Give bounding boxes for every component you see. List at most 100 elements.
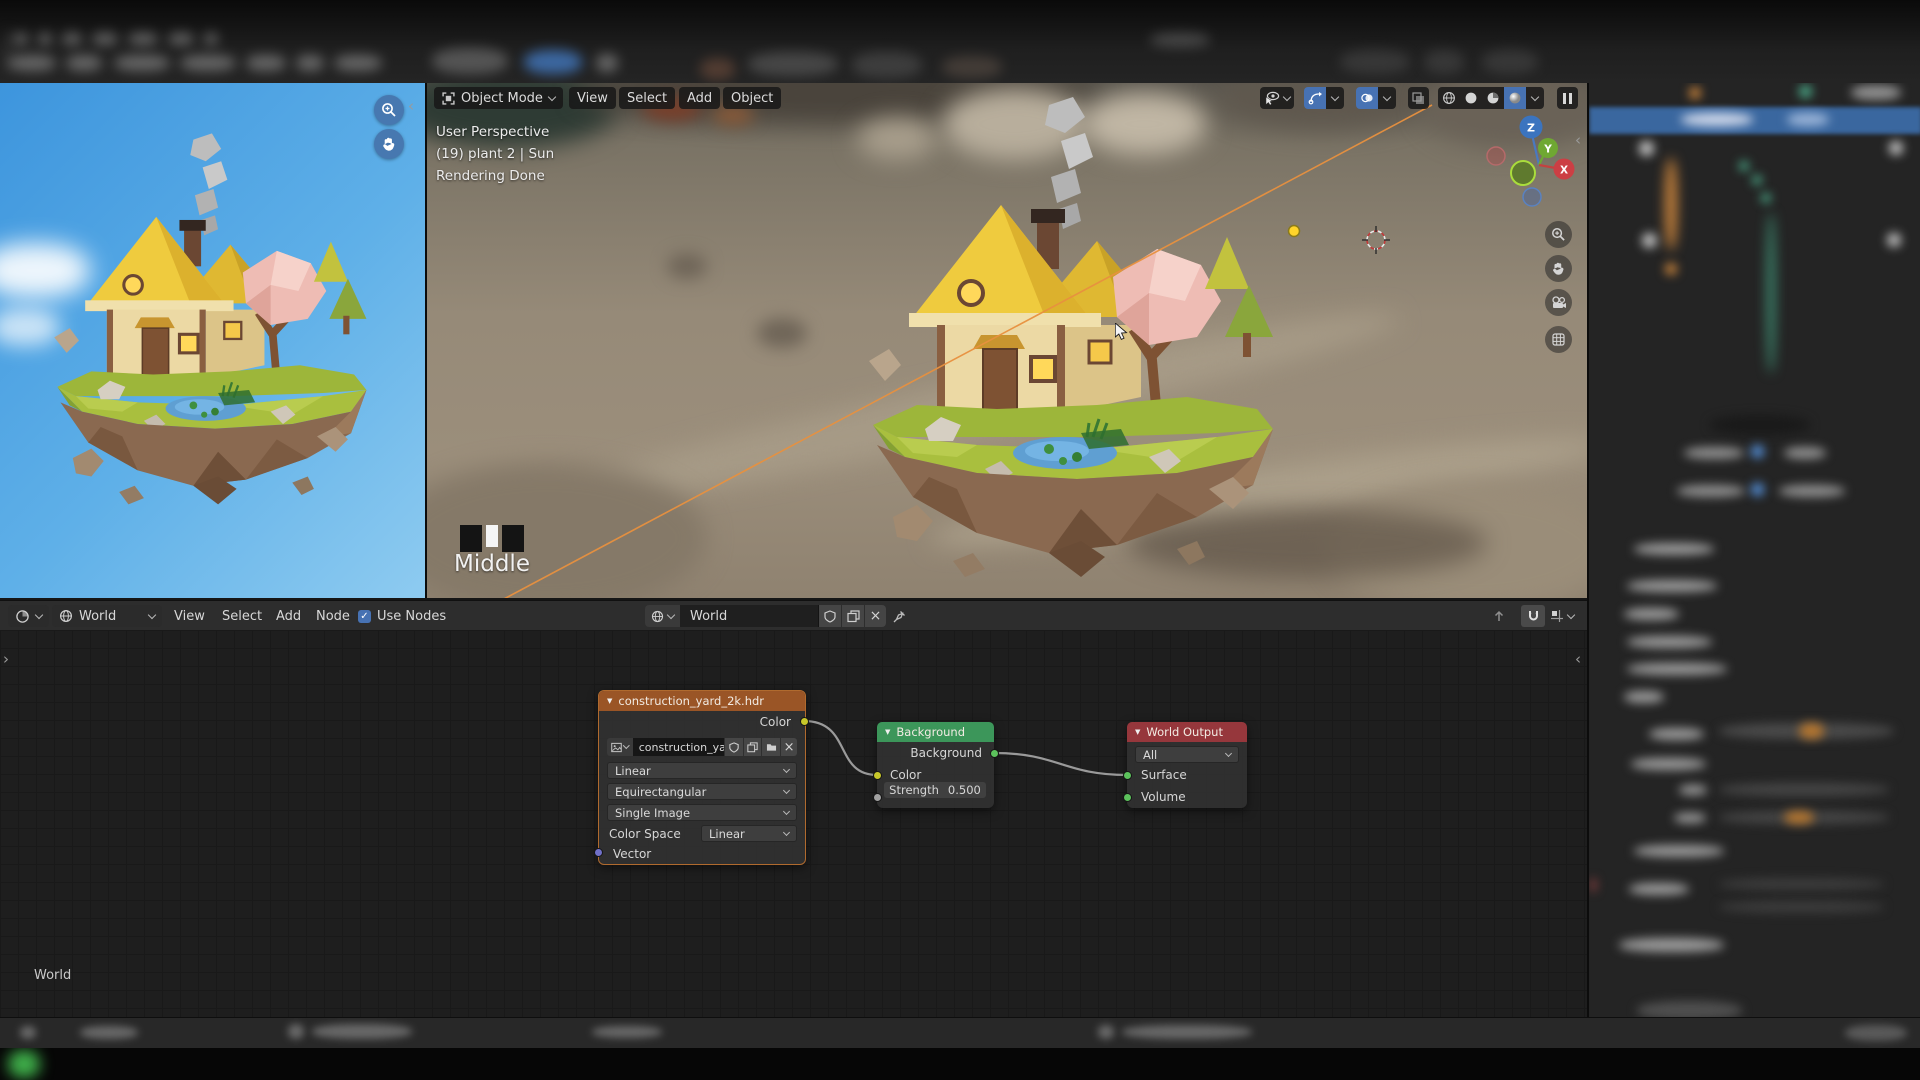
blur-blob: [1631, 758, 1706, 770]
mouse-left-indicator: [460, 525, 482, 552]
viewport-camera-button[interactable]: [1545, 289, 1572, 316]
image-browse-button[interactable]: [607, 738, 633, 756]
folder-icon: [766, 744, 776, 751]
menu-select[interactable]: Select: [218, 605, 266, 627]
menu-select[interactable]: Select: [619, 87, 676, 109]
image-name-field[interactable]: construction_ya...: [632, 738, 724, 756]
color-space-dropdown[interactable]: Linear: [701, 825, 797, 842]
image-datablock-row: construction_ya...: [607, 738, 797, 756]
snap-target-dropdown[interactable]: [1550, 605, 1576, 627]
output-label: Background: [910, 746, 982, 760]
blur-blob: [596, 54, 618, 72]
collapse-triangle-icon[interactable]: ▼: [607, 697, 612, 705]
node-header[interactable]: ▼ construction_yard_2k.hdr: [599, 691, 805, 711]
menu-add[interactable]: Add: [272, 605, 305, 627]
navigation-gizmo[interactable]: Z Y X: [1482, 103, 1582, 218]
menu-add[interactable]: Add: [679, 87, 721, 109]
source-dropdown[interactable]: Single Image: [607, 804, 797, 821]
parent-tree-button[interactable]: [1492, 605, 1506, 627]
xray-toggle[interactable]: [1408, 87, 1429, 109]
datablock-name-field[interactable]: World: [680, 605, 819, 627]
strength-field[interactable]: Strength 0.500: [884, 782, 986, 798]
blur-blob-button: [1637, 1001, 1742, 1017]
output-target-dropdown[interactable]: All: [1135, 746, 1239, 763]
blur-blob: [1098, 1025, 1114, 1039]
socket-color-output[interactable]: [800, 717, 809, 726]
blur-blob: [1684, 447, 1744, 459]
menu-object[interactable]: Object: [723, 87, 782, 109]
panel-collapse-chevron[interactable]: ‹: [1575, 131, 1581, 149]
menu-node[interactable]: Node: [312, 605, 354, 627]
new-datablock-button[interactable]: [842, 605, 864, 627]
shading-wireframe-icon[interactable]: [1438, 87, 1460, 109]
magnifier-plus-icon: [1552, 228, 1565, 241]
blur-blob-slider: [1719, 878, 1884, 890]
mouse-middle-indicator: [486, 525, 498, 547]
node-header[interactable]: ▼ World Output: [1127, 722, 1247, 742]
node-environment-texture[interactable]: ▼ construction_yard_2k.hdr Color constru…: [598, 690, 806, 865]
zoom-button[interactable]: [374, 95, 404, 125]
blur-blob: [1665, 263, 1677, 275]
blur-blob: [1677, 485, 1745, 497]
image-unlink-button[interactable]: ×: [781, 738, 797, 756]
blur-blob: [1787, 113, 1829, 126]
socket-volume-input[interactable]: [1123, 793, 1132, 802]
menu-view[interactable]: View: [170, 605, 209, 627]
viewport-zoom-button[interactable]: [1545, 221, 1572, 248]
blur-blob: [700, 58, 735, 80]
shading-solid-icon[interactable]: [1460, 87, 1482, 109]
mouse-hint-label: Middle: [454, 551, 530, 577]
gizmos-dropdown[interactable]: [1304, 87, 1344, 109]
menu-view[interactable]: View: [569, 87, 616, 109]
shader-type-dropdown[interactable]: World: [52, 605, 162, 627]
node-background[interactable]: ▼ Background Background Color Strength 0…: [877, 722, 994, 808]
pause-icon: [1563, 92, 1566, 104]
collapse-triangle-icon[interactable]: ▼: [1135, 728, 1140, 736]
editor-type-dropdown[interactable]: [8, 605, 49, 627]
unlink-button[interactable]: ×: [865, 605, 886, 627]
blur-blob-blue: [524, 50, 582, 74]
blur-blob-red-tick: [1591, 878, 1596, 892]
blur-blob: [1634, 543, 1714, 555]
interpolation-dropdown[interactable]: Linear: [607, 762, 797, 779]
socket-vector-input[interactable]: [594, 848, 603, 857]
selectability-dropdown[interactable]: [1260, 87, 1294, 109]
blur-blob: [1627, 663, 1727, 675]
blur-blob: [14, 33, 28, 45]
image-copy-button[interactable]: [743, 738, 762, 756]
use-nodes-checkbox[interactable]: ✓ Use Nodes: [358, 605, 446, 627]
snap-toggle[interactable]: [1521, 605, 1545, 627]
socket-background-output[interactable]: [990, 749, 999, 758]
viewport-ortho-button[interactable]: [1545, 326, 1572, 353]
overlays-dropdown[interactable]: [1356, 87, 1396, 109]
node-world-output[interactable]: ▼ World Output All Surface Volume: [1127, 722, 1247, 808]
socket-color-input[interactable]: [873, 771, 882, 780]
collapse-triangle-icon[interactable]: ▼: [885, 728, 890, 736]
panel-collapse-chevron[interactable]: ‹: [408, 97, 414, 115]
shield-icon: [824, 609, 836, 623]
fake-user-button[interactable]: [819, 605, 841, 627]
viewport-3d[interactable]: Object Mode View Select Add Object User …: [427, 83, 1587, 598]
chevron-down-icon: [1326, 87, 1344, 109]
viewport-pan-button[interactable]: [1545, 255, 1572, 282]
datablock-browse-button[interactable]: [645, 605, 680, 627]
axis-minus-x: [1486, 146, 1506, 166]
projection-dropdown[interactable]: Equirectangular: [607, 783, 797, 800]
node-header[interactable]: ▼ Background: [877, 722, 994, 742]
blur-blob-teal-column: [1767, 213, 1775, 373]
blur-blob: [1627, 636, 1712, 648]
blur-blob: [114, 55, 170, 71]
pin-button[interactable]: [886, 605, 912, 627]
chevron-down-icon: [34, 610, 44, 619]
axis-minus-z: [1522, 187, 1542, 207]
socket-strength-input[interactable]: [873, 793, 882, 802]
mode-dropdown[interactable]: Object Mode: [434, 87, 563, 109]
image-fake-user-button[interactable]: [724, 738, 743, 756]
pan-button[interactable]: [374, 129, 404, 159]
socket-surface-input[interactable]: [1123, 771, 1132, 780]
chevron-down-icon: [1378, 87, 1396, 109]
hand-icon: [383, 137, 395, 151]
blur-blob-slider-fill: [1784, 811, 1814, 824]
shader-node-editor[interactable]: › ‹ ▼ construction_yard_2k.hdr Color con…: [0, 630, 1587, 1017]
image-open-button[interactable]: [762, 738, 781, 756]
